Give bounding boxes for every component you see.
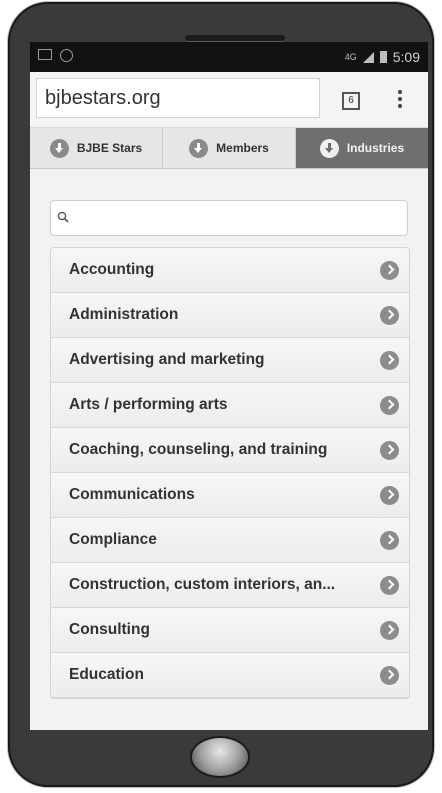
download-circle-icon [319, 138, 339, 158]
list-item[interactable]: Administration [51, 293, 409, 338]
industry-label: Administration [69, 306, 179, 323]
industries-list: Accounting Administration Advertising and … [50, 247, 410, 699]
chevron-right-circle-icon [380, 666, 399, 685]
list-item[interactable]: Consulting [51, 608, 409, 653]
battery-icon [379, 51, 387, 63]
search-box[interactable] [50, 200, 408, 236]
list-item[interactable]: Construction, custom interiors, an... [51, 563, 409, 608]
list-item[interactable]: Arts / performing arts [51, 383, 409, 428]
download-circle-icon [49, 138, 69, 158]
chevron-right-circle-icon [380, 306, 399, 325]
tab-industries[interactable]: Industries [296, 128, 428, 168]
industry-label: Consulting [69, 621, 150, 638]
tab-label: Industries [346, 141, 405, 155]
chevron-right-circle-icon [380, 351, 399, 370]
signal-icon [362, 51, 374, 63]
chevron-right-circle-icon [380, 261, 399, 280]
list-item[interactable]: Communications [51, 473, 409, 518]
download-circle-icon [189, 138, 209, 158]
list-item[interactable]: Education [51, 653, 409, 698]
chevron-right-circle-icon [380, 576, 399, 595]
nav-tabs: BJBE Stars Members Industries [30, 128, 428, 169]
search-icon [57, 211, 69, 223]
phone-screen: 4G 5:09 bjbestars.org 6 BJBE Stars Membe… [30, 42, 428, 730]
browser-toolbar: bjbestars.org 6 [30, 72, 428, 128]
tab-bjbe-stars[interactable]: BJBE Stars [30, 128, 163, 168]
image-notification-icon [38, 49, 52, 60]
list-item[interactable]: Advertising and marketing [51, 338, 409, 383]
list-item[interactable]: Compliance [51, 518, 409, 563]
industry-label: Advertising and marketing [69, 351, 265, 368]
chevron-right-circle-icon [380, 486, 399, 505]
chevron-right-circle-icon [380, 396, 399, 415]
industry-label: Education [69, 666, 144, 683]
overflow-menu-icon[interactable] [398, 90, 402, 111]
industry-label: Compliance [69, 531, 157, 548]
network-type: 4G [344, 51, 357, 62]
clock: 5:09 [392, 49, 420, 65]
chevron-right-circle-icon [380, 531, 399, 550]
phone-speaker [185, 35, 285, 41]
sync-notification-icon [60, 49, 73, 62]
search-input[interactable] [77, 205, 401, 233]
tab-label: BJBE Stars [76, 141, 143, 155]
list-item[interactable]: Coaching, counseling, and training [51, 428, 409, 473]
tab-switcher-button[interactable]: 6 [342, 92, 360, 110]
status-bar: 4G 5:09 [30, 42, 428, 72]
home-button[interactable] [192, 738, 248, 776]
chevron-right-circle-icon [380, 621, 399, 640]
chevron-right-circle-icon [380, 441, 399, 460]
industry-label: Construction, custom interiors, an... [69, 576, 336, 593]
address-bar[interactable]: bjbestars.org [36, 78, 320, 118]
industry-label: Coaching, counseling, and training [69, 441, 328, 458]
tab-label: Members [216, 141, 269, 155]
tab-members[interactable]: Members [163, 128, 296, 168]
industry-label: Accounting [69, 261, 155, 278]
list-item[interactable]: Accounting [51, 248, 409, 293]
industry-label: Communications [69, 486, 195, 503]
industry-label: Arts / performing arts [69, 396, 228, 413]
